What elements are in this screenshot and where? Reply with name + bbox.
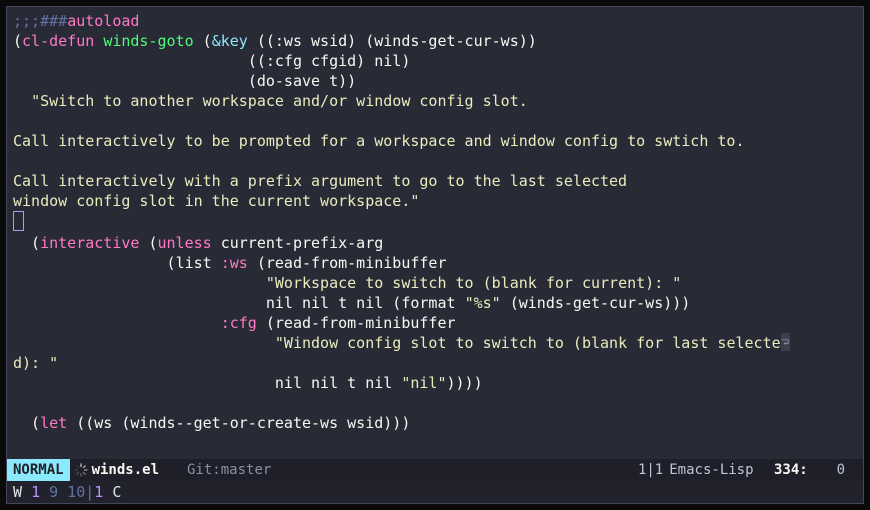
kw-ws: :ws [221,254,248,272]
str-nil: "nil" [401,374,446,392]
str-ws: "Workspace to switch to (blank for curre… [266,274,681,292]
docstring-3: Call interactively with a prefix argumen… [13,172,627,190]
let-body: ((ws (winds--get-or-create-ws wsid))) [67,414,410,432]
arg-cfg: ((:cfg cfgid) nil) [248,52,411,70]
call-rfm1: (read-from-minibuffer [257,254,447,272]
hint-w10: 10 [67,482,85,502]
code-area[interactable]: ;;;###autoload (cl-defun winds-goto (&ke… [7,7,863,459]
kw-cfg: :cfg [221,314,257,332]
arg-dosave: (do-save t)) [248,72,356,90]
args-rfm2: nil nil t nil [275,374,401,392]
major-mode[interactable]: Emacs-Lisp [669,460,753,480]
docstring-4: window config slot in the current worksp… [13,192,419,210]
kw-key: &key [212,32,248,50]
sym-cpa: current-prefix-arg [221,234,384,252]
wrap-d: d): " [13,354,58,372]
kw-unless: unless [158,234,212,252]
modeline: NORMAL winds.el Git:master 1|1 Emacs-Lis… [7,459,863,481]
comment: ;;;### [13,12,67,30]
echo-area: W 1 9 10 | 1 C [7,481,863,503]
arg-ws: ((:ws wsid) (winds-get-cur-ws)) [257,32,537,50]
docstring-2: Call interactively to be prompted for a … [13,132,745,150]
sym-list: list [176,254,212,272]
hint-C: C [112,482,121,502]
str-fmt: "%s" [465,294,501,312]
call-curws: (winds-get-cur-ws))) [501,294,691,312]
line-number: 334: [774,460,808,480]
hint-w1: 1 [31,482,40,502]
line-wrap-icon [781,333,790,351]
str-cfg: "Window config slot to switch to (blank … [275,334,781,352]
evil-state-indicator: NORMAL [7,459,70,481]
kw-interactive: interactive [40,234,139,252]
close1: )))) [447,374,483,392]
vcs-status[interactable]: Git:master [187,460,271,480]
kw-cl-defun: cl-defun [22,32,94,50]
spinner-icon [70,463,92,477]
hint-c1: 1 [94,482,103,502]
persp-indicator: 1|1 [638,460,663,480]
hint-w9: 9 [49,482,58,502]
kw-let: let [40,414,67,432]
docstring-1: "Switch to another workspace and/or wind… [31,92,528,110]
hint-W: W [13,482,22,502]
autoload: autoload [67,12,139,30]
editor-frame: ;;;###autoload (cl-defun winds-goto (&ke… [6,6,864,504]
args-rfm1: nil nil t nil (format [266,294,465,312]
cursor [13,211,24,231]
col-number: 0 [837,460,845,480]
buffer-name[interactable]: winds.el [92,460,159,480]
hint-sep: | [85,482,94,502]
call-rfm2: (read-from-minibuffer [266,314,456,332]
fn-name: winds-goto [103,32,193,50]
modeline-right: 1|1 Emacs-Lisp 334: 0 [638,460,863,480]
